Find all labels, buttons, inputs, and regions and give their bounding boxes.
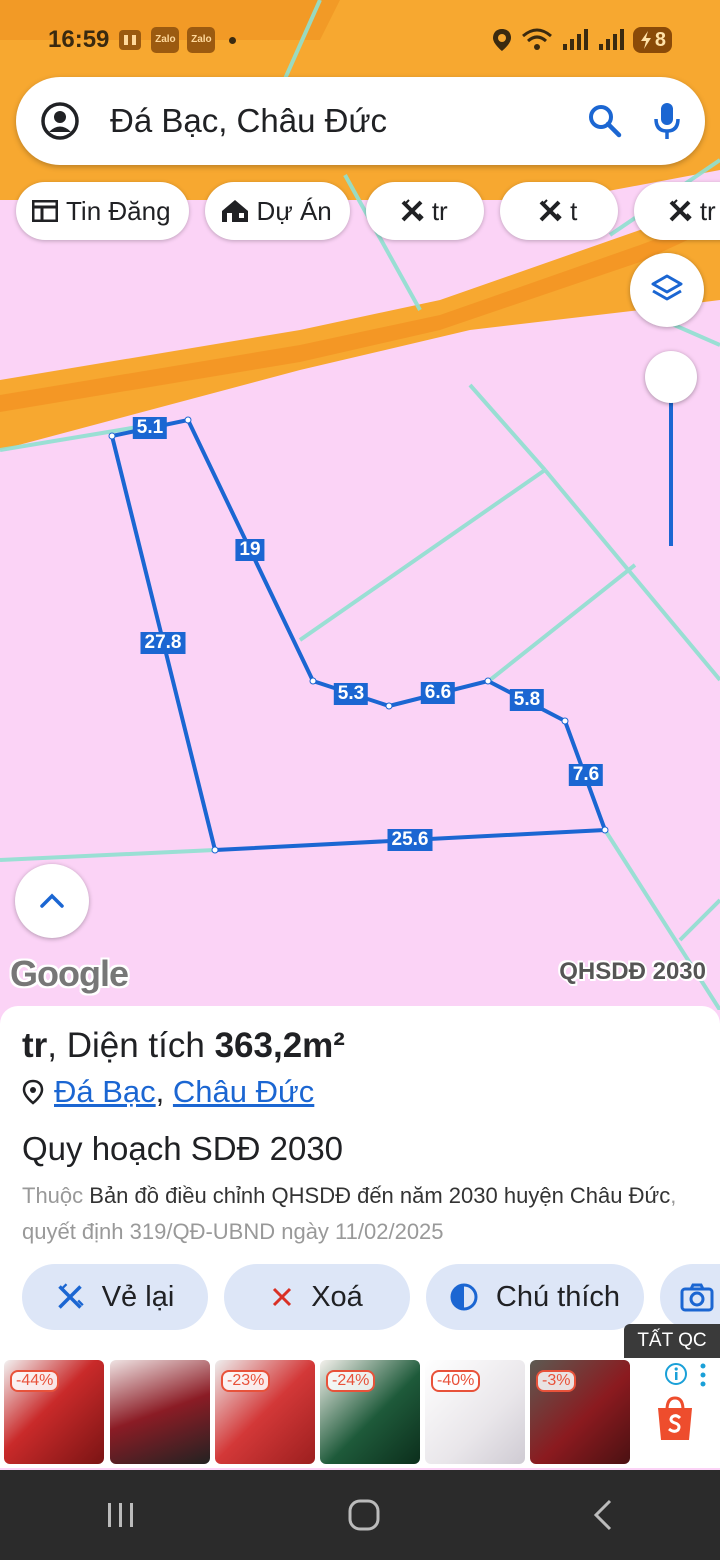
ad-product[interactable]: -3% bbox=[530, 1360, 630, 1464]
chip-label: tr bbox=[431, 195, 448, 226]
home-icon[interactable] bbox=[347, 1498, 381, 1532]
signal-icon bbox=[598, 29, 624, 50]
location-icon bbox=[492, 29, 511, 51]
search-input[interactable]: Đá Bạc, Châu Đức bbox=[110, 102, 587, 140]
chevron-up-icon bbox=[40, 893, 64, 908]
location-link-district[interactable]: Châu Đức bbox=[173, 1074, 314, 1109]
contrast-icon bbox=[450, 1283, 478, 1311]
location-link-commune[interactable]: Đá Bạc bbox=[54, 1074, 156, 1109]
zalo-icon: Zalo bbox=[151, 27, 180, 53]
battery-indicator: 8 bbox=[632, 27, 672, 53]
parcel-area: 363,2m² bbox=[214, 1026, 345, 1065]
discount-badge: -23% bbox=[221, 1370, 271, 1392]
parcel-owner: tr bbox=[22, 1026, 48, 1065]
legend-button[interactable]: Chú thích bbox=[426, 1264, 644, 1330]
app-notification-icon bbox=[119, 30, 142, 50]
search-icon[interactable] bbox=[587, 103, 623, 139]
chip-du-an[interactable]: Dự Án bbox=[204, 182, 350, 240]
battery-level: 8 bbox=[654, 28, 666, 51]
chip-label: Tin Đăng bbox=[66, 195, 171, 226]
back-icon[interactable] bbox=[591, 1498, 615, 1532]
delete-label: Xoá bbox=[311, 1280, 363, 1313]
legend-label: Chú thích bbox=[495, 1280, 621, 1313]
ad-product[interactable]: -44% bbox=[4, 1360, 104, 1464]
desc-map-name: Bản đồ điều chỉnh QHSDĐ đến năm 2030 huy… bbox=[89, 1183, 671, 1208]
action-buttons: Vẻ lại Xoá Chú thích bbox=[22, 1264, 720, 1330]
info-icon[interactable] bbox=[664, 1362, 688, 1386]
ad-product[interactable]: -40% bbox=[425, 1360, 525, 1464]
status-time: 16:59 bbox=[48, 26, 110, 53]
recent-apps-icon[interactable] bbox=[105, 1500, 137, 1530]
pencil-ruler-icon bbox=[57, 1283, 84, 1309]
redraw-button[interactable]: Vẻ lại bbox=[22, 1264, 208, 1330]
expand-panel-button[interactable] bbox=[15, 864, 89, 938]
segment-label: 25.6 bbox=[387, 829, 433, 851]
chip-drawing[interactable]: tr bbox=[633, 182, 720, 240]
chip-label: t bbox=[570, 195, 578, 226]
pencil-ruler-icon bbox=[401, 199, 424, 222]
segment-label: 5.1 bbox=[132, 417, 168, 439]
ad-product[interactable]: -23% bbox=[215, 1360, 315, 1464]
search-bar[interactable]: Đá Bạc, Châu Đức bbox=[16, 77, 705, 165]
zoom-slider-track[interactable] bbox=[669, 380, 673, 546]
discount-badge: -3% bbox=[536, 1370, 577, 1392]
segment-label: 7.6 bbox=[568, 764, 604, 786]
segment-label: 5.3 bbox=[333, 683, 369, 705]
layers-icon bbox=[651, 274, 683, 301]
ad-product[interactable] bbox=[110, 1360, 210, 1464]
map-view[interactable]: 5.1 19 27.8 5.3 6.6 5.8 7.6 25.6 16:59 Z… bbox=[0, 0, 720, 1010]
filter-chips: Tin Đăng Dự Án tr t tr bbox=[16, 182, 720, 240]
desc-prefix: Thuộc bbox=[22, 1183, 90, 1208]
segment-label: 6.6 bbox=[420, 682, 456, 704]
parcel-boundary bbox=[109, 417, 608, 853]
layers-button[interactable] bbox=[630, 253, 704, 327]
planning-heading: Quy hoạch SDĐ 2030 bbox=[22, 1130, 344, 1167]
more-vert-icon[interactable] bbox=[698, 1362, 708, 1388]
discount-badge: -44% bbox=[10, 1370, 60, 1392]
delete-button[interactable]: Xoá bbox=[224, 1264, 410, 1330]
status-bar: 16:59 Zalo Zalo 8 bbox=[0, 0, 720, 80]
wifi-icon bbox=[521, 28, 552, 50]
ad-banner[interactable]: -44% -23% -24% -40% -3% bbox=[0, 1358, 720, 1468]
chip-label: tr bbox=[699, 195, 716, 226]
redraw-label: Vẻ lại bbox=[101, 1280, 175, 1313]
area-label: , Diện tích bbox=[47, 1026, 215, 1065]
segment-label: 5.8 bbox=[509, 689, 545, 711]
chip-label: Dự Án bbox=[256, 195, 332, 226]
location-separator: , bbox=[155, 1074, 165, 1109]
microphone-icon[interactable] bbox=[653, 101, 681, 141]
close-ads-button[interactable]: TẤT QC bbox=[624, 1324, 720, 1358]
discount-badge: -24% bbox=[326, 1370, 376, 1392]
shopee-logo-icon bbox=[658, 1396, 692, 1440]
more-notifications-dot bbox=[229, 36, 237, 44]
discount-badge: -40% bbox=[431, 1370, 481, 1392]
account-icon[interactable] bbox=[40, 101, 80, 141]
segment-label: 19 bbox=[235, 539, 265, 561]
signal-icon bbox=[562, 29, 588, 50]
pencil-ruler-icon bbox=[539, 199, 562, 222]
parcel-title: tr, Diện tích 363,2m² bbox=[22, 1026, 345, 1066]
close-icon bbox=[273, 1287, 292, 1307]
chip-drawing[interactable]: t bbox=[499, 182, 618, 240]
google-logo: Google bbox=[10, 953, 129, 994]
house-icon bbox=[221, 200, 248, 222]
system-navigation-bar bbox=[0, 1470, 720, 1560]
segment-label: 27.8 bbox=[140, 632, 186, 654]
plan-layer-label: QHSDĐ 2030 bbox=[559, 958, 706, 985]
chip-drawing[interactable]: tr bbox=[365, 182, 484, 240]
location-pin-icon bbox=[22, 1079, 44, 1105]
chip-tin-dang[interactable]: Tin Đăng bbox=[16, 182, 189, 240]
newspaper-icon bbox=[32, 200, 58, 222]
camera-button[interactable] bbox=[660, 1264, 720, 1330]
ad-product[interactable]: -24% bbox=[320, 1360, 420, 1464]
charging-icon bbox=[640, 31, 651, 49]
parcel-location: Đá Bạc, Châu Đức bbox=[22, 1074, 314, 1110]
planning-description: Thuộc Bản đồ điều chỉnh QHSDĐ đến năm 20… bbox=[22, 1178, 702, 1250]
zalo-icon: Zalo bbox=[187, 27, 216, 53]
pencil-ruler-icon bbox=[669, 199, 692, 222]
zoom-slider-handle[interactable] bbox=[645, 351, 697, 403]
camera-icon bbox=[680, 1283, 714, 1312]
